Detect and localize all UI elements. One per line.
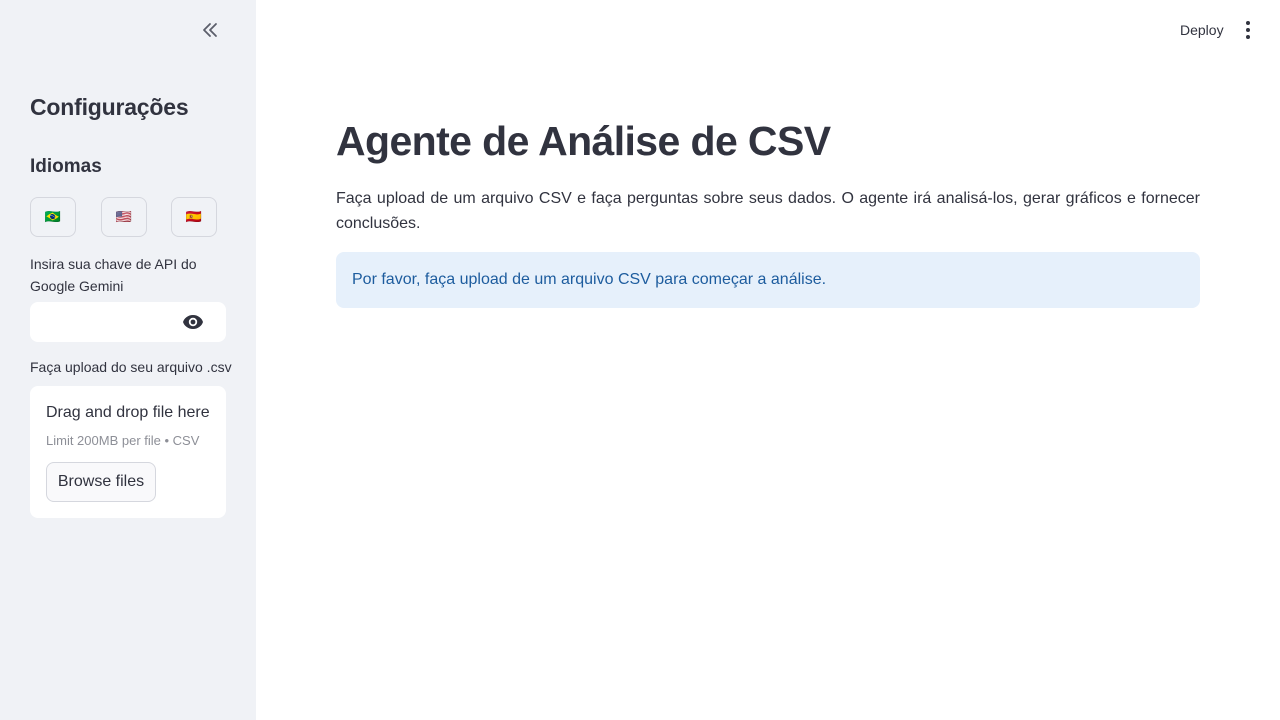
double-chevron-left-icon — [203, 23, 217, 37]
file-dropzone[interactable]: Drag and drop file here Limit 200MB per … — [30, 386, 226, 518]
dropzone-limit: Limit 200MB per file • CSV — [46, 433, 200, 448]
dropzone-title: Drag and drop file here — [46, 404, 210, 421]
app: Configurações Idiomas 🇧🇷 🇺🇸 🇪🇸 Insira su… — [0, 0, 1280, 720]
intro-text: Faça upload de um arquivo CSV e faça per… — [336, 190, 1200, 232]
languages-title: Idiomas — [30, 156, 102, 177]
sidebar-title: Configurações — [30, 94, 189, 120]
upload-label: Faça upload do seu arquivo .csv — [30, 359, 232, 375]
vertical-dots-icon[interactable] — [1238, 19, 1258, 41]
language-button-en[interactable]: 🇺🇸 — [101, 197, 147, 237]
api-key-field — [30, 302, 226, 342]
api-key-input[interactable] — [30, 302, 180, 342]
api-key-label: Insira sua chave de API do Google Gemini — [30, 256, 197, 294]
language-button-es[interactable]: 🇪🇸 — [171, 197, 217, 237]
browse-files-button[interactable]: Browse files — [46, 462, 156, 502]
deploy-button[interactable]: Deploy — [1174, 18, 1230, 42]
info-alert: Por favor, faça upload de um arquivo CSV… — [336, 252, 1200, 308]
language-button-pt[interactable]: 🇧🇷 — [30, 197, 76, 237]
sidebar: Configurações Idiomas 🇧🇷 🇺🇸 🇪🇸 Insira su… — [0, 0, 256, 720]
eye-icon[interactable] — [182, 314, 204, 330]
collapse-sidebar-button[interactable] — [196, 16, 224, 44]
page-title: Agente de Análise de CSV — [336, 118, 831, 164]
